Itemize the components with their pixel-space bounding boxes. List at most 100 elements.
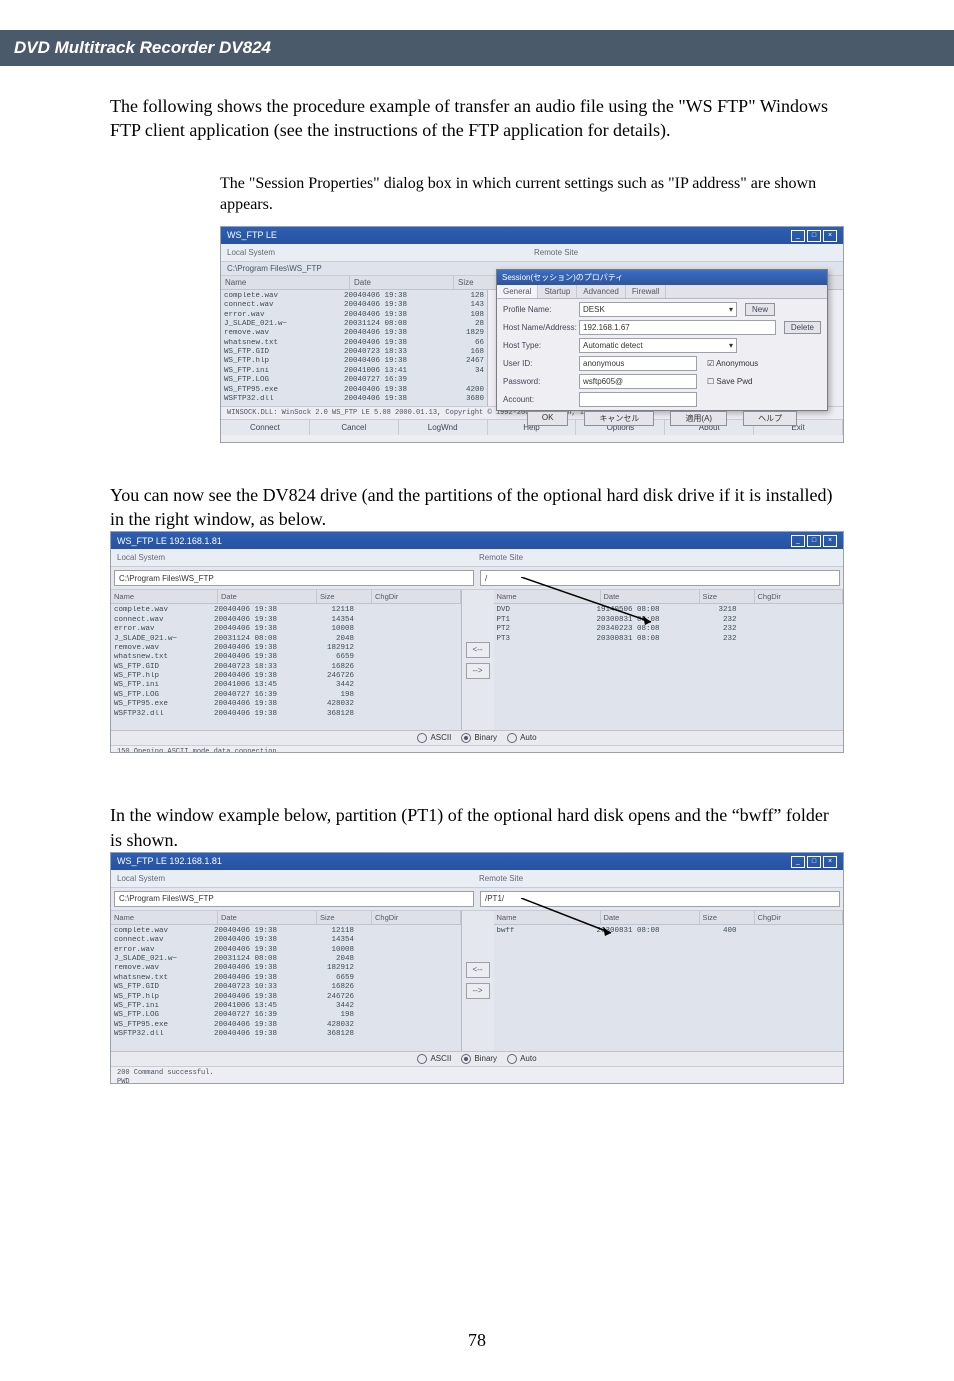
list-item[interactable]: WS_FTP.hlp20040406 19:38246726 [114,993,458,1002]
local-file-list[interactable]: complete.wav20040406 19:3812118connect.w… [111,925,461,1051]
list-item[interactable]: WS_FTP.LOG20040727 16:39198 [114,691,458,700]
connect-button[interactable]: Connect [221,420,310,435]
tab-advanced[interactable]: Advanced [577,285,626,298]
save-pwd-checkbox[interactable]: ☐ Save Pwd [707,377,752,386]
local-path-field[interactable]: C:\Program Files\WS_FTP [114,570,474,586]
list-item[interactable]: whatsnew.txt20040406 19:3866 [224,339,484,348]
close-icon[interactable]: × [823,230,837,242]
list-item[interactable]: WS_FTP95.exe20040406 19:384200 [224,386,484,395]
list-item[interactable]: connect.wav20040406 19:3814354 [114,616,458,625]
mode-binary[interactable]: Binary [461,1054,497,1064]
close-icon[interactable]: × [823,856,837,868]
user-id-label: User ID: [503,359,579,368]
delete-button[interactable]: Delete [784,321,821,334]
list-item[interactable]: remove.wav20040406 19:38182912 [114,964,458,973]
list-item[interactable]: remove.wav20040406 19:381829 [224,329,484,338]
list-item[interactable]: WS_FTP95.exe20040406 19:38428032 [114,700,458,709]
dialog-tabs[interactable]: General Startup Advanced Firewall [497,285,827,299]
user-id-field[interactable]: anonymous [579,356,697,371]
list-item[interactable]: whatsnew.txt20040406 19:386659 [114,974,458,983]
ok-button[interactable]: OK [527,411,569,426]
mode-binary[interactable]: Binary [461,733,497,743]
list-item[interactable]: WS_FTP.GID20040723 18:3316826 [114,663,458,672]
col-chgdir: ChgDir [372,590,461,603]
anonymous-checkbox[interactable]: ☑ Anonymous [707,359,758,368]
list-item[interactable]: WS_FTP.LOG20040727 16:39 [224,376,484,385]
mode-auto[interactable]: Auto [507,733,536,743]
cancel-button[interactable]: キャンセル [584,411,654,426]
local-system-label: Local System [227,248,275,257]
host-name-field[interactable]: 192.168.1.67 [579,320,776,335]
cancel-button[interactable]: Cancel [310,420,399,435]
window-title: WS_FTP LE 192.168.1.81 [117,856,222,866]
help-button[interactable]: ヘルプ [743,411,797,426]
minimize-icon[interactable]: _ [791,230,805,242]
window-titlebar: WS_FTP LE _□× [221,227,843,244]
maximize-icon[interactable]: □ [807,535,821,547]
list-item[interactable]: WSFTP32.dll20040406 19:38368128 [114,1030,458,1039]
list-item[interactable]: WS_FTP.GID20040723 10:3316826 [114,983,458,992]
list-item[interactable]: WS_FTP.hlp20040406 19:382467 [224,357,484,366]
list-item[interactable]: error.wav20040406 19:38108 [224,311,484,320]
path-row: C:\Program Files\WS_FTP / [111,567,843,590]
mode-ascii[interactable]: ASCII [417,1054,451,1064]
list-item[interactable]: WS_FTP.LOG20040727 16:39198 [114,1011,458,1020]
list-item[interactable]: connect.wav20040406 19:3814354 [114,936,458,945]
local-file-list[interactable]: complete.wav20040406 19:3812118connect.w… [111,604,461,730]
list-item[interactable]: complete.wav20040406 19:38128 [224,292,484,301]
account-field[interactable] [579,392,697,407]
password-field[interactable]: wsftp605@ [579,374,697,389]
window-buttons[interactable]: _□× [789,229,837,242]
list-item[interactable]: WSFTP32.dll20040406 19:38368128 [114,710,458,719]
transfer-left-button[interactable]: <-- [466,642,490,658]
profile-name-field[interactable]: DESK▾ [579,302,737,317]
tab-startup[interactable]: Startup [538,285,577,298]
local-file-list[interactable]: complete.wav20040406 19:38128connect.wav… [221,290,488,407]
list-item[interactable]: remove.wav20040406 19:38182912 [114,644,458,653]
list-item[interactable]: WS_FTP.ini20041006 13:4134 [224,367,484,376]
list-item[interactable]: J_SLADE_021.w~20031124 08:082048 [114,955,458,964]
list-item[interactable]: WS_FTP.hlp20040406 19:38246726 [114,672,458,681]
chevron-down-icon[interactable]: ▾ [729,341,733,350]
list-item[interactable]: complete.wav20040406 19:3812118 [114,606,458,615]
transfer-right-button[interactable]: --> [466,663,490,679]
transfer-left-button[interactable]: <-- [466,962,490,978]
profile-name-label: Profile Name: [503,305,579,314]
list-item[interactable]: J_SLADE_021.w~20031124 08:082048 [114,635,458,644]
host-type-field[interactable]: Automatic detect▾ [579,338,737,353]
list-item[interactable]: WS_FTP.ini20041006 13:453442 [114,681,458,690]
window-buttons[interactable]: _□× [789,534,837,547]
list-item[interactable]: error.wav20040406 19:3810008 [114,946,458,955]
tab-firewall[interactable]: Firewall [626,285,667,298]
chevron-down-icon[interactable]: ▾ [729,305,733,314]
screenshot-session-properties: WS_FTP LE _□× Local System Remote Site C… [220,226,844,443]
mode-ascii[interactable]: ASCII [417,733,451,743]
close-icon[interactable]: × [823,535,837,547]
list-item[interactable]: WSFTP32.dll20040406 19:383680 [224,395,484,404]
new-button[interactable]: New [745,303,775,316]
local-path-field[interactable]: C:\Program Files\WS_FTP [114,891,474,907]
window-buttons[interactable]: _□× [789,855,837,868]
list-item[interactable]: WS_FTP.ini20041006 13:453442 [114,1002,458,1011]
maximize-icon[interactable]: □ [807,230,821,242]
mode-auto[interactable]: Auto [507,1054,536,1064]
transfer-right-button[interactable]: --> [466,983,490,999]
minimize-icon[interactable]: _ [791,535,805,547]
list-item[interactable]: J_SLADE_021.w~20031124 08:0828 [224,320,484,329]
maximize-icon[interactable]: □ [807,856,821,868]
apply-button[interactable]: 適用(A) [670,411,727,426]
local-pane: NameDateSizeChgDir complete.wav20040406 … [111,590,462,730]
list-item[interactable]: whatsnew.txt20040406 19:386659 [114,653,458,662]
minimize-icon[interactable]: _ [791,856,805,868]
tab-general[interactable]: General [497,285,538,298]
list-item[interactable]: complete.wav20040406 19:3812118 [114,927,458,936]
logwnd-button[interactable]: LogWnd [399,420,488,435]
list-item[interactable]: error.wav20040406 19:3810008 [114,625,458,634]
host-type-label: Host Type: [503,341,579,350]
status-log: 200 Command successful. PWD 257 "/PT1/" … [111,1066,843,1084]
col-chgdir: ChgDir [372,911,461,924]
list-item[interactable]: WS_FTP.GID20040723 18:33168 [224,348,484,357]
list-item[interactable]: connect.wav20040406 19:38143 [224,301,484,310]
list-item[interactable]: WS_FTP95.exe20040406 19:38428032 [114,1021,458,1030]
remote-site-label: Remote Site [479,874,523,883]
